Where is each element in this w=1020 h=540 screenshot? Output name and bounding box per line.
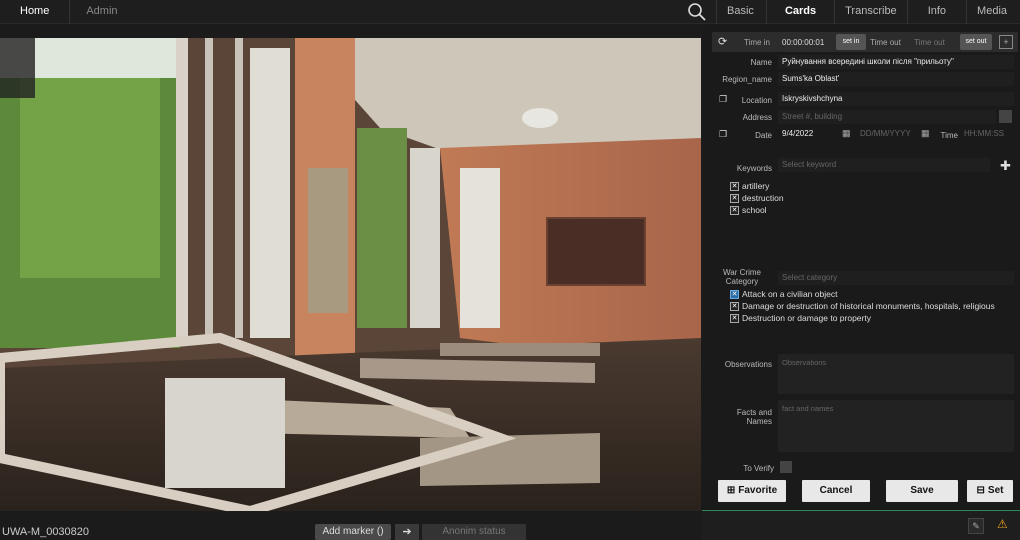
verify-label: To Verify: [743, 464, 774, 473]
tab-basic-info[interactable]: Basic Info: [716, 0, 766, 39]
observations-label: Observations: [724, 360, 772, 369]
region-input[interactable]: Sums'ka Oblast': [778, 72, 1014, 86]
time-in-value[interactable]: 00:00:00:01: [782, 38, 824, 47]
keywords-label: Keywords: [736, 164, 772, 173]
facts-label: Facts and Names: [736, 408, 772, 426]
add-keyword-icon[interactable]: ✚: [1000, 158, 1011, 174]
category-item[interactable]: ✕ Destruction or damage to property: [730, 313, 871, 323]
clipboard-icon[interactable]: ✎: [968, 518, 984, 534]
tab-cards[interactable]: Cards: [765, 0, 834, 24]
search-icon[interactable]: [686, 2, 708, 22]
war-crime-select[interactable]: Select category: [778, 271, 1014, 285]
time-out-label: Time out: [870, 38, 901, 47]
address-input[interactable]: Street #, building: [778, 110, 996, 124]
verify-checkbox[interactable]: [780, 461, 792, 473]
category-item[interactable]: ✕ Damage or destruction of historical mon…: [730, 301, 995, 311]
keyword-item[interactable]: ✕ artillery: [730, 181, 769, 191]
time-in-label: Time in: [744, 38, 770, 47]
location-label: Location: [741, 96, 772, 105]
expand-icon[interactable]: +: [999, 35, 1013, 49]
keywords-select[interactable]: Select keyword: [778, 158, 990, 172]
name-label: Name: [750, 58, 772, 67]
nav-home[interactable]: Home: [0, 0, 69, 24]
set-icon: ⊟: [976, 485, 985, 496]
status-bar: ✎ ⚠: [702, 510, 1020, 540]
date-label: Date: [755, 131, 772, 140]
media-filename: UWA-M_0030820: [2, 526, 90, 538]
copy-date-icon[interactable]: ❐: [719, 129, 727, 140]
war-crime-label: War Crime Category: [723, 268, 761, 286]
media-photo[interactable]: [0, 38, 701, 511]
date-alt-input[interactable]: DD/MM/YYYY: [856, 127, 916, 141]
nav-admin[interactable]: Admin: [69, 0, 137, 24]
time-input[interactable]: HH:MM:SS: [960, 127, 1014, 141]
favorite-icon: ⊞: [726, 485, 736, 496]
tab-transcribe[interactable]: Transcribe: [834, 0, 907, 24]
save-button[interactable]: Save: [886, 480, 958, 502]
set-out-button[interactable]: set out: [960, 34, 992, 50]
tab-info[interactable]: Info: [906, 0, 966, 24]
calendar-icon-2[interactable]: ▦: [921, 128, 930, 139]
location-input[interactable]: Iskryskivshchyna: [778, 92, 1014, 106]
name-input[interactable]: Руйнування всередині школи після "прильо…: [778, 55, 1014, 69]
time-bar: ⟳ Time in 00:00:00:01 set in Time out Ti…: [712, 32, 1018, 52]
anonim-status-button[interactable]: Anonim status: [422, 524, 526, 540]
copy-icon[interactable]: ❐: [719, 94, 727, 105]
observations-textarea[interactable]: Observations: [778, 354, 1014, 394]
keyword-item[interactable]: ✕ school: [730, 205, 767, 215]
tab-media-sets[interactable]: Media Sets: [966, 0, 1020, 39]
top-bar: Home Admin Basic Info Cards Transcribe I…: [0, 0, 1020, 39]
date-input[interactable]: 9/4/2022: [778, 127, 838, 141]
favorite-button[interactable]: ⊞ Favorite: [718, 480, 786, 502]
set-button[interactable]: ⊟ Set: [967, 480, 1013, 502]
time-label: Time: [940, 131, 958, 140]
cancel-button[interactable]: Cancel: [802, 480, 870, 502]
add-marker-button[interactable]: Add marker (): [315, 524, 391, 540]
arrow-right-icon[interactable]: ➔: [395, 524, 419, 540]
tab-bar: Basic Info Cards Transcribe Info Media S…: [716, 0, 1020, 39]
main-nav: Home Admin: [0, 0, 138, 24]
region-label: Region_name: [722, 75, 772, 84]
refresh-icon[interactable]: ⟳: [718, 35, 727, 48]
facts-textarea[interactable]: fact and names: [778, 400, 1014, 452]
warning-icon[interactable]: ⚠: [997, 517, 1008, 531]
category-item[interactable]: ✕ Attack on a civilian object: [730, 289, 837, 299]
address-label: Address: [742, 113, 772, 122]
address-toggle[interactable]: [999, 110, 1012, 123]
time-out-input[interactable]: Time out: [914, 38, 945, 47]
calendar-icon[interactable]: ▦: [842, 128, 851, 139]
set-in-button[interactable]: set in: [836, 34, 866, 50]
keyword-item[interactable]: ✕ destruction: [730, 193, 784, 203]
